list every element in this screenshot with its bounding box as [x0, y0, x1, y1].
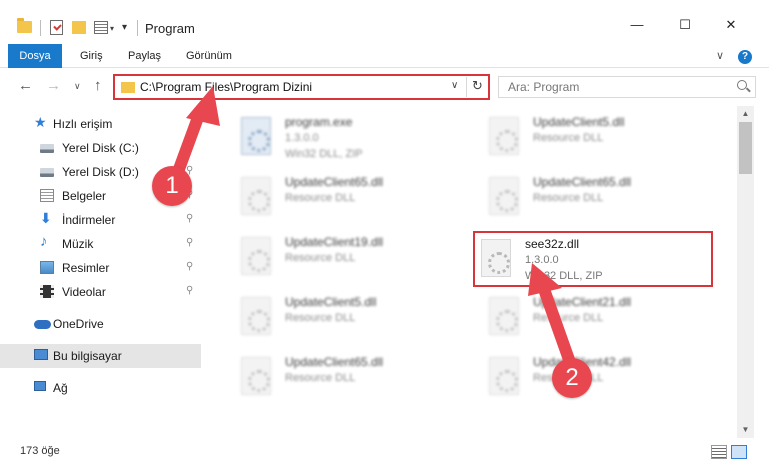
step-1-badge: 1 — [152, 166, 192, 206]
arrow-2 — [528, 263, 578, 374]
arrow-1 — [169, 86, 220, 186]
step-2-badge: 2 — [552, 358, 592, 398]
annotation-arrows — [169, 86, 578, 374]
